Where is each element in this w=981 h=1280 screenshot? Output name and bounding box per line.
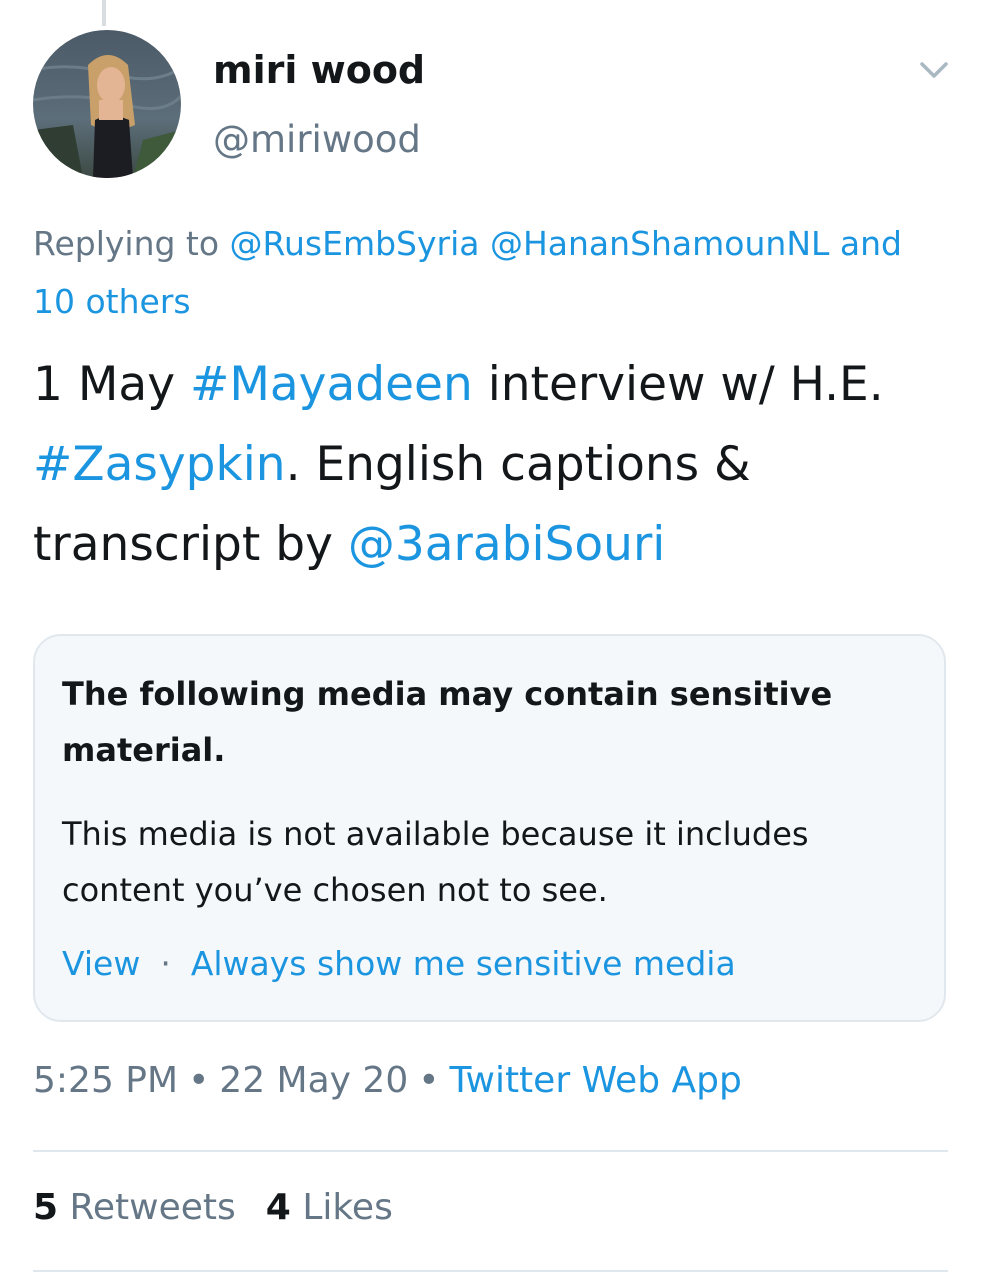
chevron-down-icon[interactable]	[918, 58, 950, 82]
always-show-sensitive-media-link[interactable]: Always show me sensitive media	[191, 944, 736, 983]
view-media-link[interactable]: View	[62, 944, 140, 983]
likes-stat[interactable]: 4 Likes	[266, 1187, 393, 1228]
likes-count: 4	[265, 1187, 291, 1228]
mention-3arabisouri[interactable]: @3arabiSouri	[348, 517, 665, 572]
tweet-stats: 5 Retweets 4 Likes	[33, 1187, 393, 1228]
tweet-time[interactable]: 5:25 PM	[33, 1060, 178, 1101]
sensitive-media-body: This media is not available because it i…	[62, 815, 809, 909]
reply-mention-rusembsyria[interactable]: @RusEmbSyria	[230, 224, 480, 263]
tweet-date[interactable]: 22 May 20	[219, 1060, 408, 1101]
replying-to-label: Replying to	[33, 224, 220, 263]
divider	[33, 1270, 948, 1272]
action-separator: ·	[160, 944, 171, 983]
reply-mention-hananshamounnl[interactable]: @HananShamounNL	[490, 224, 829, 263]
retweets-label: Retweets	[69, 1187, 236, 1228]
retweets-count: 5	[33, 1187, 59, 1228]
sensitive-media-actions: View · Always show me sensitive media	[62, 944, 736, 983]
meta-separator: •	[188, 1060, 210, 1101]
sensitive-media-title: The following media may contain sensitiv…	[62, 675, 833, 769]
retweets-stat[interactable]: 5 Retweets	[33, 1187, 236, 1228]
hashtag-mayadeen[interactable]: #Mayadeen	[190, 357, 473, 412]
replying-to-line: Replying to @RusEmbSyria @HananShamounNL…	[33, 215, 953, 331]
author-display-name[interactable]: miri wood	[213, 48, 425, 92]
tweet-text-part: interview w/ H.E.	[472, 357, 884, 412]
author-handle[interactable]: @miriwood	[213, 118, 421, 161]
tweet-text-part: 1 May	[33, 357, 190, 412]
hashtag-zasypkin[interactable]: #Zasypkin	[33, 437, 286, 492]
avatar[interactable]	[33, 30, 181, 178]
tweet-meta: 5:25 PM • 22 May 20 • Twitter Web App	[33, 1060, 742, 1101]
meta-separator: •	[418, 1060, 440, 1101]
sensitive-media-card: The following media may contain sensitiv…	[33, 634, 946, 1022]
tweet-source-link[interactable]: Twitter Web App	[449, 1060, 741, 1101]
tweet-text: 1 May #Mayadeen interview w/ H.E. #Zasyp…	[33, 345, 963, 585]
avatar-image	[33, 30, 181, 178]
likes-label: Likes	[302, 1187, 393, 1228]
thread-connector-line	[102, 0, 106, 26]
divider	[33, 1150, 948, 1152]
